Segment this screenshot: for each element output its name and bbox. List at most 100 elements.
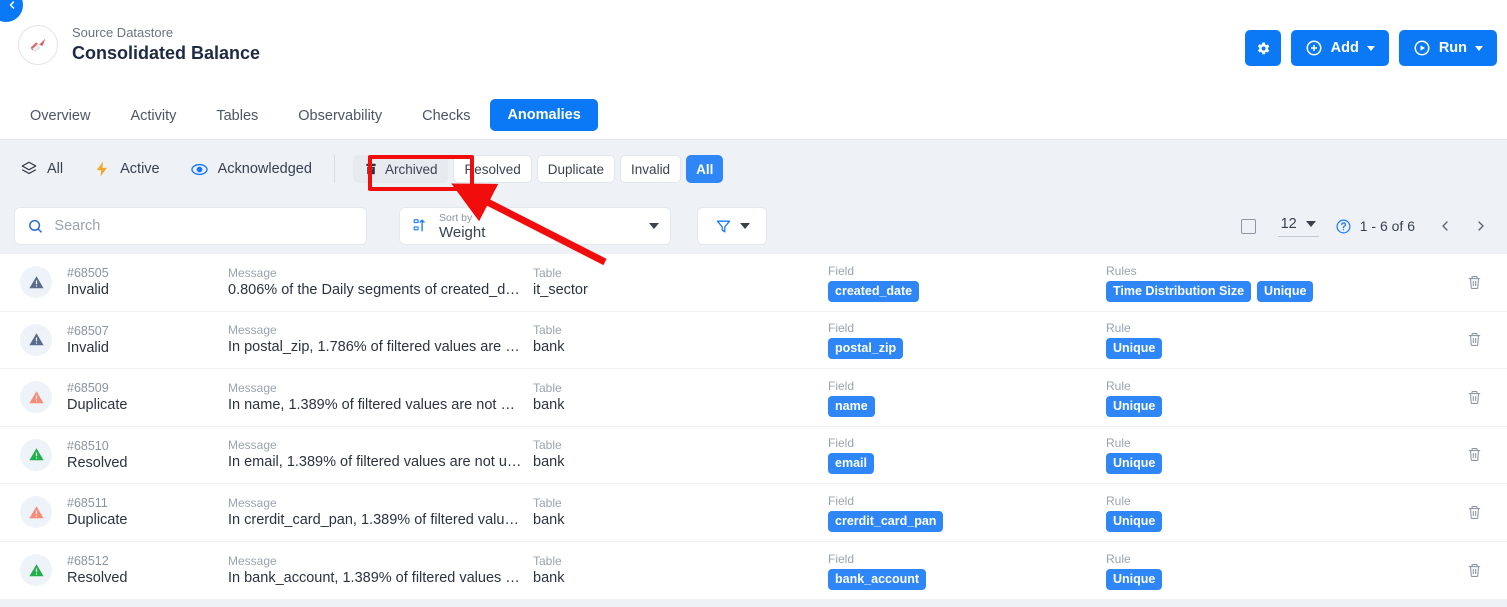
filter-divider [333, 155, 335, 183]
message-value: In name, 1.389% of filtered values are n… [228, 396, 523, 413]
field-chip[interactable]: postal_zip [828, 338, 904, 360]
run-button[interactable]: Run [1398, 30, 1497, 66]
table-row[interactable]: #68510 Resolved Message In email, 1.389% of… [0, 427, 1507, 484]
tab-tables[interactable]: Tables [196, 93, 278, 139]
rule-chip[interactable]: Unique [1106, 568, 1163, 590]
sort-by-select[interactable]: Sort by Weight [399, 207, 671, 245]
field-chip[interactable]: name [828, 395, 875, 417]
segment-all[interactable]: All [686, 155, 724, 183]
delete-row-button[interactable] [1466, 274, 1483, 291]
page-size-select[interactable]: 12 [1277, 216, 1319, 237]
delete-row-button[interactable] [1466, 562, 1483, 579]
segment-duplicate[interactable]: Duplicate [536, 155, 616, 183]
rule-chip[interactable]: Unique [1106, 453, 1163, 475]
row-message: Message 0.806% of the Daily segments of c… [228, 265, 533, 300]
tab-activity[interactable]: Activity [110, 93, 196, 139]
message-label: Message [228, 380, 277, 395]
status-badge: Resolved [67, 570, 128, 587]
field-chip[interactable]: email [828, 453, 874, 475]
segment-archived[interactable]: Archived [352, 155, 449, 183]
table-row[interactable]: #68512 Resolved Message In bank_account, 1.… [0, 542, 1507, 600]
trash-icon [1468, 333, 1481, 347]
table-label: Table [533, 553, 562, 568]
row-field: Field name [828, 378, 1106, 417]
rule-label: Rule [1106, 321, 1131, 336]
row-id: #68511 [67, 496, 108, 511]
add-button[interactable]: Add [1290, 30, 1389, 66]
filter-all[interactable]: All [20, 160, 63, 178]
select-all-checkbox[interactable] [1240, 218, 1256, 234]
chevron-down-icon [1475, 45, 1483, 51]
row-status: #68512 Resolved [20, 553, 228, 587]
row-field: Field created_date [828, 263, 1106, 302]
table-label: Table [533, 380, 562, 395]
tab-observability[interactable]: Observability [278, 93, 402, 139]
status-icon-wrap [20, 381, 52, 414]
delete-row-button[interactable] [1466, 504, 1483, 521]
trash-icon [1468, 505, 1481, 519]
table-row[interactable]: #68509 Duplicate Message In name, 1.389% of… [0, 369, 1507, 427]
message-label: Message [228, 553, 277, 568]
sort-by-label: Sort by [439, 211, 473, 224]
status-badge: Invalid [67, 282, 109, 299]
trash-icon [1468, 390, 1481, 404]
table-row[interactable]: #68507 Invalid Message In postal_zip, 1.786… [0, 312, 1507, 369]
delete-row-button[interactable] [1466, 389, 1483, 406]
datastore-logo-icon [30, 38, 46, 52]
status-icon-wrap [20, 266, 52, 299]
status-icon-wrap [20, 554, 52, 587]
rule-chip[interactable]: Unique [1106, 338, 1163, 360]
row-rules: Rules Time Distribution Size Unique [1106, 263, 1507, 302]
filter-button[interactable] [697, 207, 767, 245]
status-icon-wrap [20, 323, 52, 356]
field-chip[interactable]: bank_account [828, 568, 927, 590]
table-label: Table [533, 265, 562, 280]
rule-chip[interactable]: Unique [1106, 510, 1163, 532]
filter-active-label: Active [120, 161, 160, 177]
row-message: Message In bank_account, 1.389% of filter… [228, 553, 533, 588]
search-input[interactable] [54, 218, 354, 234]
field-chip[interactable]: created_date [828, 280, 920, 302]
field-label: Field [828, 551, 855, 566]
row-field: Field crerdit_card_pan [828, 493, 1106, 532]
tab-anomalies[interactable]: Anomalies [490, 99, 598, 131]
table-label: Table [533, 323, 562, 338]
table-value: bank [533, 339, 565, 356]
row-table: Table bank [533, 322, 828, 357]
filter-active[interactable]: Active [93, 160, 160, 178]
tab-bar: Overview Activity Tables Observability C… [18, 93, 598, 139]
status-badge: Duplicate [67, 512, 128, 529]
status-icon-wrap [20, 496, 52, 529]
status-icon-wrap [20, 438, 52, 471]
filter-acknowledged[interactable]: Acknowledged [190, 160, 312, 179]
add-button-label: Add [1330, 40, 1359, 56]
delete-row-button[interactable] [1466, 331, 1483, 348]
segment-invalid[interactable]: Invalid [620, 155, 682, 183]
settings-button[interactable] [1244, 30, 1281, 66]
next-page-button[interactable] [1473, 218, 1489, 234]
rule-label: Rule [1106, 551, 1131, 566]
pagination-range: 1 - 6 of 6 [1359, 218, 1415, 234]
play-circle-icon [1414, 40, 1430, 56]
search-box[interactable] [14, 207, 367, 245]
segment-resolved[interactable]: Resolved [453, 155, 532, 183]
row-field: Field postal_zip [828, 320, 1106, 360]
delete-row-button[interactable] [1466, 446, 1483, 463]
tab-overview[interactable]: Overview [18, 93, 110, 139]
layers-icon [21, 161, 37, 175]
row-status: #68510 Resolved [20, 438, 228, 472]
tab-checks[interactable]: Checks [402, 93, 490, 139]
rule-chip[interactable]: Unique [1257, 280, 1314, 302]
prev-page-button[interactable] [1437, 218, 1453, 234]
table-value: bank [533, 511, 565, 528]
filter-all-label: All [47, 161, 64, 177]
run-button-label: Run [1438, 40, 1467, 56]
field-chip[interactable]: crerdit_card_pan [828, 510, 944, 532]
message-label: Message [228, 495, 277, 510]
table-row[interactable]: #68511 Duplicate Message In crerdit_card_pa… [0, 484, 1507, 542]
rule-chip[interactable]: Time Distribution Size [1106, 280, 1252, 302]
message-label: Message [228, 323, 277, 338]
table-row[interactable]: #68505 Invalid Message 0.806% of the Daily … [0, 254, 1507, 312]
help-button[interactable] [1335, 218, 1352, 235]
rule-chip[interactable]: Unique [1106, 395, 1163, 417]
